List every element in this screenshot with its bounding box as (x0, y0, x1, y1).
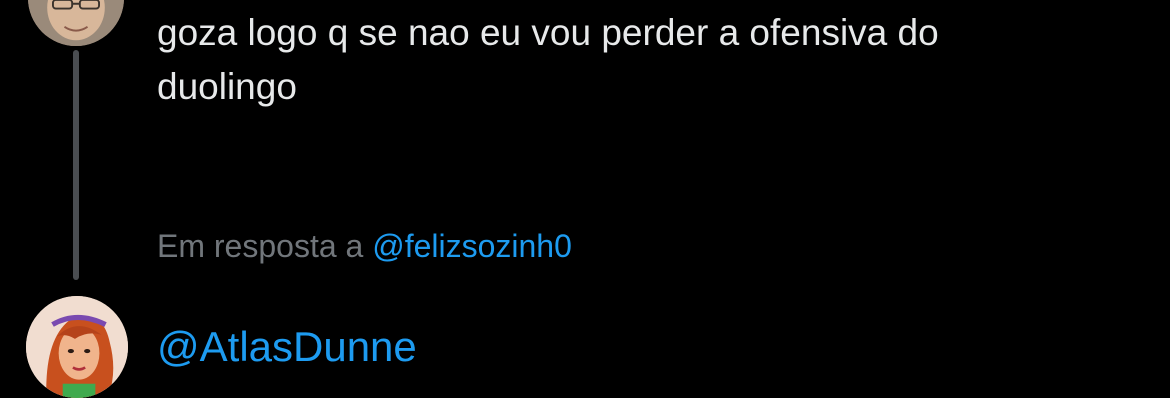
author-avatar[interactable] (28, 0, 124, 46)
reply-prefix-label: Em resposta a (157, 228, 364, 264)
reply-to-handle-link[interactable]: @felizsozinh0 (372, 228, 572, 264)
next-author-avatar[interactable] (26, 296, 128, 398)
cartoon-character-icon (26, 296, 128, 398)
person-photo-icon (28, 0, 124, 46)
next-author-handle-link[interactable]: @AtlasDunne (157, 320, 417, 374)
tweet-text: goza logo q se nao eu vou perder a ofens… (157, 12, 939, 107)
reply-context: Em resposta a @felizsozinh0 (157, 224, 572, 268)
thread-connector-line (73, 50, 79, 280)
